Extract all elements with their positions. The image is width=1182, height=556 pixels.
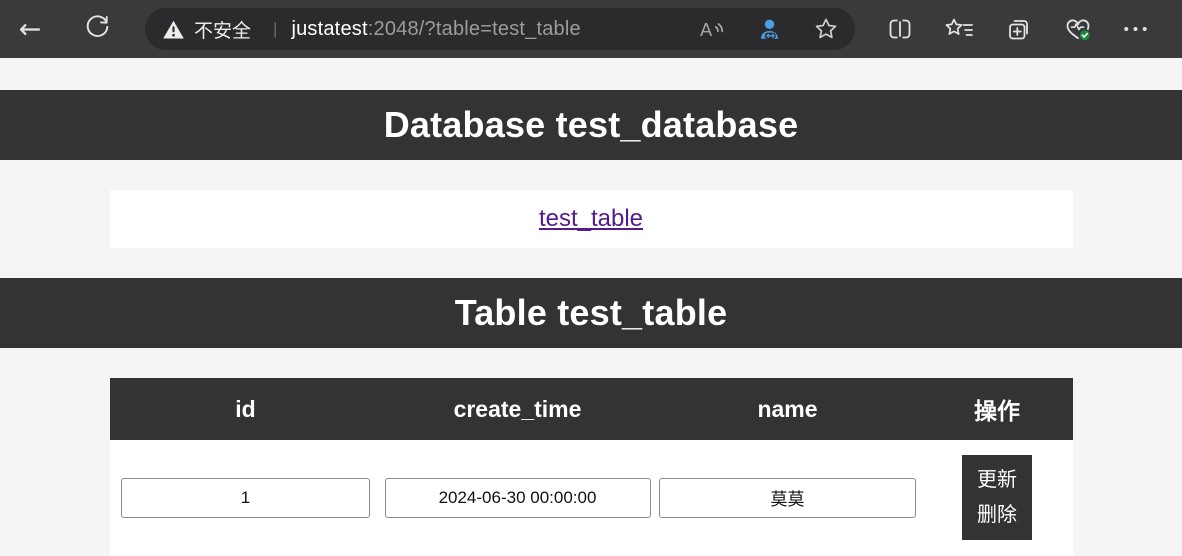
back-button[interactable]: ← (8, 7, 52, 51)
read-aloud-button[interactable]: A (699, 17, 726, 42)
toolbar-right-actions: ••• (855, 15, 1182, 43)
profile-person-icon (756, 16, 783, 43)
table-link[interactable]: test_table (539, 205, 643, 233)
read-aloud-icon: A (699, 17, 726, 42)
page-content: Database test_database test_table Table … (0, 90, 1182, 556)
heart-health-check-icon (1063, 15, 1093, 43)
actions-cell: 更新 删除 (922, 455, 1073, 540)
table-heading: Table test_table (454, 292, 728, 333)
security-label: 不安全 (194, 20, 252, 42)
table-row: 更新 删除 (110, 455, 1073, 540)
table-heading-band: Table test_table (0, 278, 1182, 348)
database-heading-band: Database test_database (0, 90, 1182, 160)
url-host: justatest (291, 17, 368, 40)
profile-button[interactable] (756, 16, 783, 43)
data-table: id create_time name 操作 更新 删除 (109, 378, 1073, 556)
more-options-button[interactable]: ••• (1124, 22, 1152, 37)
split-screen-icon (886, 15, 914, 43)
browser-toolbar: ← 不安全 | justatest:2048/?table=test_table (0, 0, 1182, 58)
column-header-id: id (235, 395, 256, 422)
refresh-button[interactable] (75, 7, 119, 51)
url-path: :2048/?table=test_table (367, 17, 581, 40)
table-header-row: id create_time name 操作 (109, 378, 1073, 440)
name-input[interactable] (659, 477, 916, 518)
create-time-cell (382, 477, 654, 518)
star-icon (813, 16, 839, 42)
column-header-create-time: create_time (453, 395, 582, 422)
not-secure-warning-icon (162, 19, 185, 40)
table-body: 更新 删除 (109, 440, 1073, 556)
column-header-actions: 操作 (974, 398, 1020, 424)
svg-text:A: A (700, 19, 713, 40)
collections-icon (1005, 15, 1033, 43)
more-dots-icon: ••• (1123, 20, 1152, 38)
create-time-input[interactable] (384, 477, 651, 518)
update-button[interactable]: 更新 (977, 469, 1017, 491)
bookmark-star-button[interactable] (813, 16, 839, 42)
column-header-name: name (757, 395, 818, 422)
split-screen-button[interactable] (886, 15, 914, 43)
address-bar[interactable]: 不安全 | justatest:2048/?table=test_table A (145, 8, 855, 50)
id-input[interactable] (121, 477, 370, 518)
collections-button[interactable] (1005, 15, 1033, 43)
favorites-button[interactable] (944, 16, 974, 42)
delete-button[interactable]: 删除 (977, 504, 1017, 526)
id-cell (110, 477, 382, 518)
address-bar-actions: A (699, 16, 839, 43)
table-links-card: test_table (109, 190, 1073, 248)
back-icon: ← (18, 13, 42, 45)
name-cell (654, 477, 922, 518)
database-heading: Database test_database (383, 104, 799, 145)
url-text: justatest:2048/?table=test_table (291, 18, 580, 41)
refresh-icon (84, 13, 111, 45)
browser-essentials-button[interactable] (1063, 15, 1093, 43)
favorites-star-list-icon (944, 16, 974, 42)
address-divider: | (273, 19, 278, 38)
actions-block: 更新 删除 (962, 455, 1032, 540)
